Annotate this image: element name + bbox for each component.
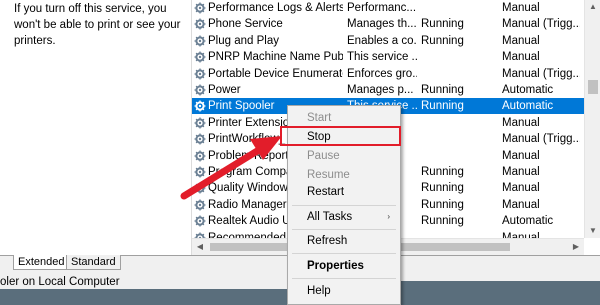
vertical-scrollbar-thumb[interactable] xyxy=(588,80,598,94)
status-bar-text: oler on Local Computer xyxy=(0,275,300,289)
vertical-scrollbar[interactable]: ▲ ▼ xyxy=(584,0,600,238)
menu-item-restart[interactable]: Restart xyxy=(288,182,400,202)
service-startup-type: Manual xyxy=(502,198,540,211)
service-row[interactable]: Plug and Play Enables a co... Running Manua… xyxy=(192,33,600,49)
menu-separator xyxy=(292,229,396,230)
service-description: This service ... xyxy=(347,51,417,64)
menu-item-all-tasks[interactable]: All Tasks › xyxy=(288,207,400,227)
service-startup-type: Manual xyxy=(502,2,540,14)
service-startup-type: Automatic xyxy=(502,84,554,96)
service-status: Running xyxy=(421,182,464,195)
service-description-text: If you turn off this service, you won't … xyxy=(14,3,181,47)
menu-item-properties[interactable]: Properties xyxy=(288,256,400,276)
submenu-arrow-icon: › xyxy=(387,212,390,221)
service-gear-icon xyxy=(194,182,206,194)
service-description: Manages th... xyxy=(347,18,417,31)
menu-item-start[interactable]: Start xyxy=(288,108,400,128)
tab-extended[interactable]: Extended xyxy=(13,255,70,270)
service-startup-type: Manual xyxy=(502,34,540,47)
service-row[interactable]: Phone Service Manages th... Running Manual … xyxy=(192,16,600,32)
service-status: Running xyxy=(421,84,464,96)
service-status: Running xyxy=(421,34,464,47)
service-description: Manages p... xyxy=(347,84,414,96)
service-startup-type: Manual xyxy=(502,166,540,178)
service-startup-type: Manual xyxy=(502,116,540,129)
scroll-right-arrow-icon[interactable]: ▶ xyxy=(568,239,584,255)
service-gear-icon xyxy=(194,199,206,211)
menu-separator xyxy=(292,205,396,206)
menu-item-pause[interactable]: Pause xyxy=(288,146,400,166)
service-gear-icon xyxy=(194,100,206,112)
tab-standard[interactable]: Standard xyxy=(66,255,121,270)
menu-item-help[interactable]: Help xyxy=(288,281,400,301)
menu-separator xyxy=(292,278,396,279)
service-startup-type: Automatic xyxy=(502,100,554,113)
service-gear-icon xyxy=(194,18,206,30)
service-description-panel: If you turn off this service, you won't … xyxy=(0,0,192,255)
service-description: Performanc... xyxy=(347,2,417,14)
service-name: Power xyxy=(208,84,241,96)
menu-item-refresh[interactable]: Refresh xyxy=(288,231,400,251)
service-startup-type: Manual (Trigg... xyxy=(502,67,580,80)
service-startup-type: Manual xyxy=(502,182,540,195)
service-description: Enables a co... xyxy=(347,34,417,47)
service-startup-type: Manual xyxy=(502,149,540,162)
service-name: PNRP Machine Name Public... xyxy=(208,51,343,64)
menu-item-all-tasks-label: All Tasks xyxy=(307,211,353,223)
service-gear-icon xyxy=(194,68,206,80)
scroll-up-arrow-icon[interactable]: ▲ xyxy=(585,0,600,14)
service-startup-type: Manual xyxy=(502,51,540,64)
service-row[interactable]: Performance Logs & Alerts Performanc... Ma… xyxy=(192,0,600,16)
service-status: Running xyxy=(421,215,464,228)
service-status: Running xyxy=(421,100,464,113)
scroll-down-arrow-icon[interactable]: ▼ xyxy=(585,224,600,238)
service-gear-icon xyxy=(194,133,206,145)
service-description: Enforces gro... xyxy=(347,67,417,80)
service-gear-icon xyxy=(194,51,206,63)
service-row[interactable]: PowerManages p...RunningAutomaticLoc xyxy=(192,82,600,98)
service-gear-icon xyxy=(194,2,206,14)
service-gear-icon xyxy=(194,84,206,96)
service-status: Running xyxy=(421,18,464,31)
service-gear-icon xyxy=(194,35,206,47)
service-gear-icon xyxy=(194,117,206,129)
menu-separator xyxy=(292,253,396,254)
service-startup-type: Manual (Trigg... xyxy=(502,133,580,146)
service-gear-icon xyxy=(194,215,206,227)
scroll-left-arrow-icon[interactable]: ◀ xyxy=(192,239,208,255)
service-name: Plug and Play xyxy=(208,34,279,47)
service-status: Running xyxy=(421,198,464,211)
service-name: Phone Service xyxy=(208,18,283,31)
service-startup-type: Automatic xyxy=(502,215,554,228)
service-row[interactable]: PNRP Machine Name Public... This service … xyxy=(192,49,600,65)
service-name: Portable Device Enumerator ... xyxy=(208,67,343,80)
service-row[interactable]: Portable Device Enumerator ... Enforces g… xyxy=(192,66,600,82)
service-startup-type: Manual xyxy=(502,231,540,238)
service-name: Performance Logs & Alerts xyxy=(208,2,343,14)
service-startup-type: Manual (Trigg... xyxy=(502,18,580,31)
service-status: Running xyxy=(421,166,464,178)
service-gear-icon xyxy=(194,150,206,162)
stop-highlight-box xyxy=(280,126,401,146)
service-gear-icon xyxy=(194,166,206,178)
